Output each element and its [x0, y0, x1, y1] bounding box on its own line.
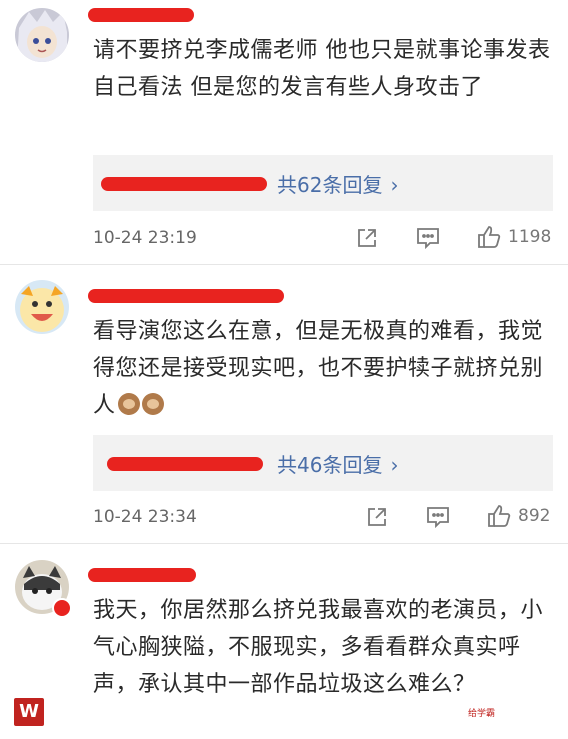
username-redacted[interactable] — [88, 285, 288, 307]
comment-text: 看导演您这么在意，但是无极真的难看，我觉得您还是接受现实吧，也不要护犊子就挤兑别… — [93, 319, 544, 418]
comment-text: 请不要挤兑李成儒老师 他也只是就事论事发表自己看法 但是您的发言有些人身攻击了 — [93, 38, 551, 100]
monkey-emoji-icon — [141, 393, 164, 415]
share-icon[interactable] — [365, 505, 389, 529]
comment-meta: 10-24 23:34 892 — [93, 503, 553, 533]
reply-preview[interactable]: 共46条回复 › — [93, 435, 553, 491]
like-count: 1198 — [508, 227, 552, 247]
comment-1: 请不要挤兑李成儒老师 他也只是就事论事发表自己看法 但是您的发言有些人身攻击了 … — [0, 0, 568, 265]
logo-icon: W — [14, 698, 44, 726]
share-icon[interactable] — [355, 226, 379, 250]
chevron-right-icon: › — [390, 453, 399, 477]
comment-icon[interactable] — [425, 505, 451, 529]
comment-meta: 10-24 23:19 1198 — [93, 224, 553, 254]
like-button[interactable]: 892 — [486, 503, 550, 529]
watermark-text: 给学霸 — [468, 709, 496, 719]
like-button[interactable]: 1198 — [476, 224, 551, 250]
monkey-emoji-icon — [117, 393, 140, 415]
timestamp: 10-24 23:19 — [93, 228, 197, 248]
like-icon — [476, 224, 502, 250]
comment-2: 看导演您这么在意，但是无极真的难看，我觉得您还是接受现实吧，也不要护犊子就挤兑别… — [0, 265, 568, 544]
reply-preview[interactable]: 共62条回复 › — [93, 155, 553, 211]
reply-count[interactable]: 共46条回复 — [277, 453, 382, 477]
timestamp: 10-24 23:34 — [93, 507, 197, 527]
username-redacted[interactable] — [88, 4, 198, 26]
like-icon — [486, 503, 512, 529]
like-count: 892 — [518, 506, 551, 526]
reply-count[interactable]: 共62条回复 — [277, 173, 382, 197]
chevron-right-icon: › — [390, 173, 399, 197]
username-redacted[interactable] — [88, 564, 200, 586]
avatar[interactable] — [15, 280, 69, 334]
avatar[interactable] — [15, 8, 69, 62]
comment-icon[interactable] — [415, 226, 441, 250]
badge-icon — [52, 598, 72, 618]
